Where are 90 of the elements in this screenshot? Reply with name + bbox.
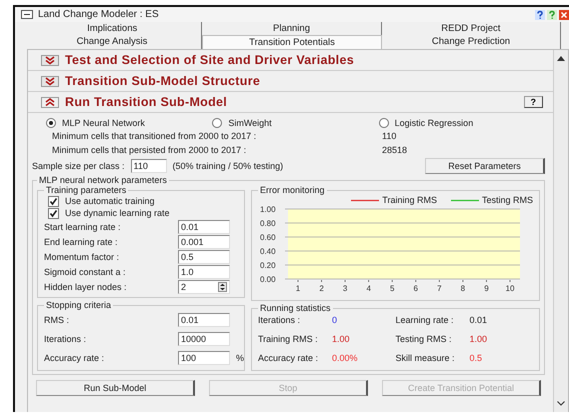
radio-label: Logistic Regression: [394, 118, 474, 128]
x-tick-label: 4: [366, 284, 371, 293]
sample-size-field[interactable]: 110: [130, 159, 167, 173]
help-icon[interactable]: [535, 10, 545, 20]
y-tick-label: 1.00: [260, 205, 276, 214]
spinner-field[interactable]: 2: [178, 280, 230, 294]
scrollbar[interactable]: [553, 50, 568, 412]
field-label: Momentum factor :: [44, 252, 120, 262]
checkbox-label: Use automatic training: [65, 196, 155, 206]
group-title: Stopping criteria: [45, 300, 112, 310]
scroll-up-icon[interactable]: [557, 56, 565, 61]
group-title: Training parameters: [45, 185, 128, 195]
stat-value: 1.00: [332, 334, 350, 344]
legend-label: Testing RMS: [482, 195, 533, 205]
x-tick-label: 5: [390, 284, 394, 293]
field-label: End learning rate :: [44, 236, 118, 246]
radio-label: MLP Neural Network: [62, 118, 145, 128]
radio-button[interactable]: [212, 118, 222, 128]
expand-icon[interactable]: [41, 76, 59, 86]
y-tick-label: 0.60: [260, 233, 276, 242]
x-tick-label: 7: [437, 284, 442, 293]
collapse-icon[interactable]: [41, 96, 59, 108]
tab[interactable]: Implications: [23, 22, 202, 35]
stat-value: 0.01: [470, 315, 488, 325]
x-tick-label: 9: [484, 284, 489, 293]
stat-label: Testing RMS :: [396, 334, 453, 344]
expand-icon[interactable]: [41, 54, 59, 66]
section-header[interactable]: Test and Selection of Site and Driver Variables: [28, 50, 553, 71]
input-field[interactable]: 10000: [178, 332, 230, 346]
field-label: RMS :: [44, 314, 70, 324]
tab[interactable]: Transition Potentials: [202, 35, 382, 49]
x-tick-label: 3: [342, 284, 348, 293]
window-title: Land Change Modeler : ES: [38, 9, 159, 20]
stat-label: Skill measure :: [396, 353, 456, 363]
info-label: Minimum cells that persisted from 2000 to 2017 :: [52, 145, 248, 155]
stat-label: Learning rate :: [396, 315, 455, 325]
group-title: Error monitoring: [259, 185, 326, 195]
info-value: 110: [382, 131, 396, 141]
input-field[interactable]: 0.5: [178, 250, 230, 264]
x-tick-label: 10: [506, 284, 514, 293]
radio-label: SimWeight: [228, 118, 272, 128]
help-icon[interactable]: [547, 10, 557, 20]
stat-label: Iterations :: [258, 315, 302, 325]
note-text: (50% training / 50% testing): [172, 161, 284, 171]
x-tick-label: 8: [460, 284, 466, 293]
input-field[interactable]: 0.01: [178, 312, 230, 326]
checkbox[interactable]: [48, 208, 59, 218]
input-field[interactable]: 0.01: [178, 220, 230, 234]
info-label: Minimum cells that transitioned from 2000 to 2017 :: [52, 131, 258, 141]
y-tick-label: 0.40: [260, 247, 276, 256]
stat-value: 1.00: [470, 334, 488, 344]
checkbox[interactable]: [48, 196, 59, 206]
help-button[interactable]: ?: [524, 96, 543, 108]
group-title: Running statistics: [259, 303, 332, 313]
minimize-icon[interactable]: [21, 10, 33, 19]
field-label: Iterations :: [44, 334, 86, 344]
field-label: Sigmoid constant a :: [44, 266, 126, 276]
field-label: Hidden layer nodes :: [44, 282, 127, 292]
field-label: Accuracy rate :: [44, 352, 104, 362]
stat-label: Training RMS :: [258, 334, 319, 344]
tab[interactable]: REDD Project: [382, 22, 561, 35]
radio-button[interactable]: [46, 118, 56, 128]
stat-value: 0.00%: [332, 353, 358, 363]
close-icon[interactable]: [559, 10, 569, 20]
x-tick-label: 2: [319, 284, 324, 293]
x-tick-label: 6: [414, 284, 418, 293]
unit-label: %: [236, 352, 244, 362]
input-field[interactable]: 1.0: [178, 264, 230, 278]
section-header[interactable]: Transition Sub-Model Structure: [28, 71, 553, 92]
stat-label: Accuracy rate :: [258, 353, 320, 363]
field-label: Start learning rate :: [44, 222, 121, 232]
spinner-arrows-icon[interactable]: [218, 282, 227, 292]
stat-value: 0.5: [470, 353, 482, 363]
info-value: 28518: [382, 145, 408, 155]
legend-label: Training RMS: [382, 195, 437, 205]
reset-parameters-button[interactable]: Reset Parameters: [425, 158, 545, 174]
checkbox-label: Use dynamic learning rate: [65, 208, 170, 218]
scroll-down-icon[interactable]: [557, 401, 565, 406]
section-header[interactable]: Run Transition Sub-Model ?: [28, 92, 553, 113]
field-label: Sample size per class :: [32, 161, 125, 171]
radio-button[interactable]: [378, 118, 389, 128]
y-tick-label: 0.20: [260, 261, 276, 270]
y-tick-label: 0.00: [260, 275, 276, 284]
x-tick-label: 1: [296, 284, 300, 293]
stat-value: 0: [332, 315, 338, 325]
action-button[interactable]: Run Sub-Model: [36, 380, 195, 396]
input-field[interactable]: 100: [178, 350, 230, 364]
y-tick-label: 0.80: [260, 219, 276, 228]
input-field[interactable]: 0.001: [178, 234, 230, 248]
group-title: MLP neural network parameters: [38, 175, 168, 185]
